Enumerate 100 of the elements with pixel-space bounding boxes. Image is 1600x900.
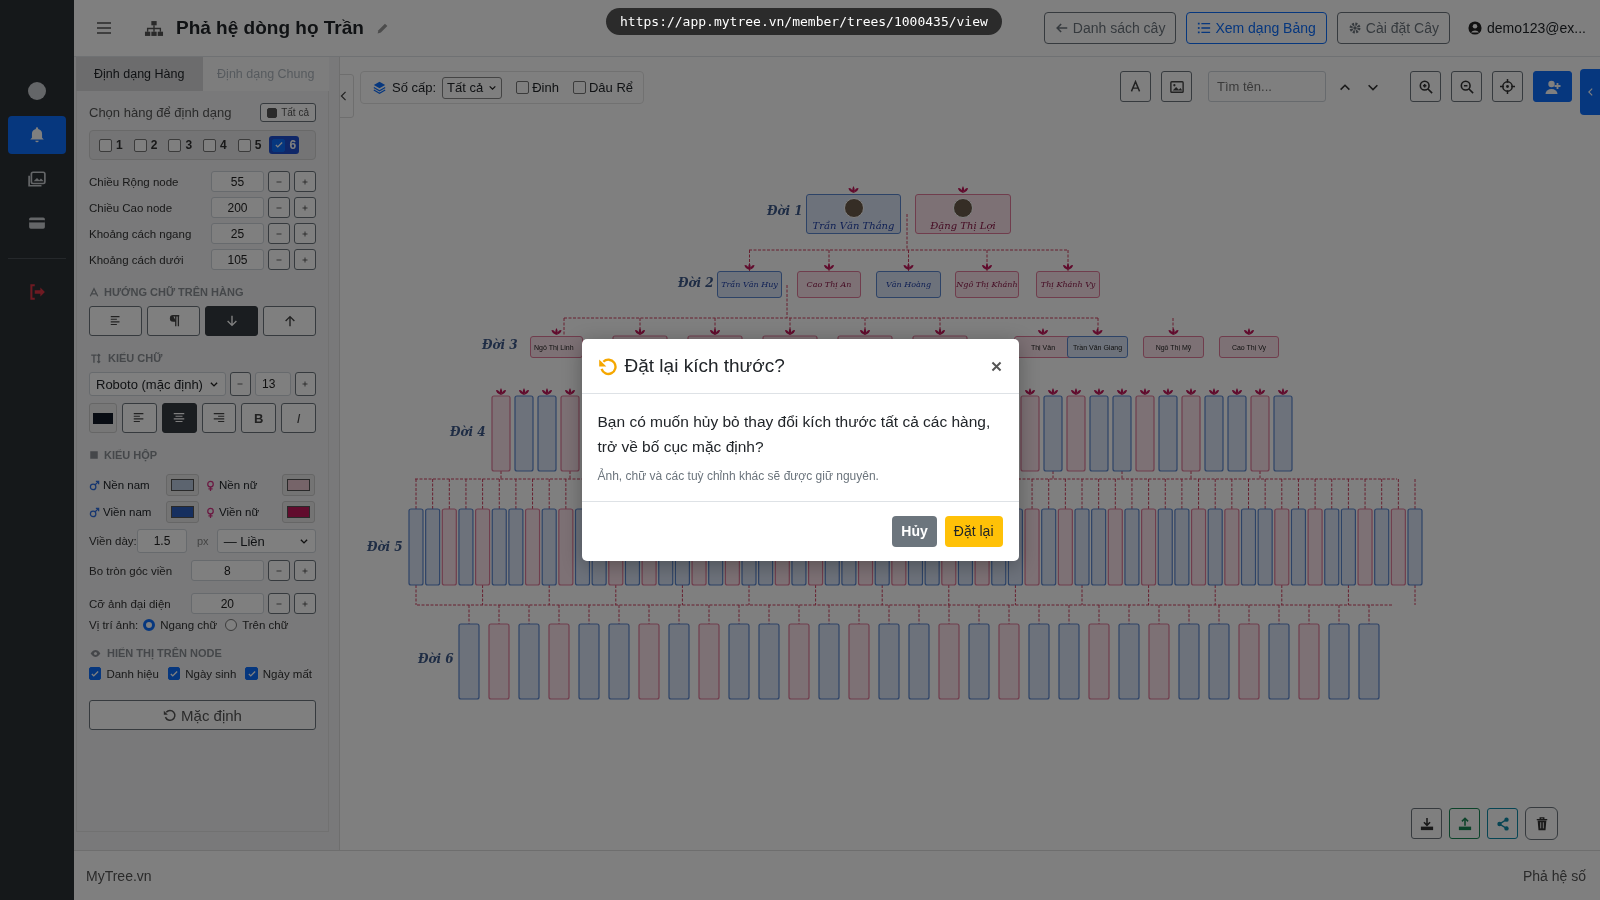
text-button[interactable] — [1120, 71, 1151, 102]
search-field[interactable]: Tìm tên... — [1208, 71, 1326, 102]
color-swatch[interactable] — [89, 403, 117, 433]
field-label: Chiều Rộng node — [89, 175, 180, 188]
color-swatch[interactable] — [166, 474, 199, 496]
color-swatch[interactable] — [282, 474, 315, 496]
minus-button[interactable] — [268, 593, 291, 614]
italic-button[interactable]: I — [281, 403, 316, 433]
header-button[interactable]: Cài đặt Cây — [1336, 12, 1450, 44]
align-right-icon — [212, 411, 226, 425]
image-button[interactable] — [1161, 71, 1192, 102]
number-field[interactable]: 55 — [211, 171, 264, 192]
side-panel-toggle[interactable] — [1580, 69, 1600, 115]
arrow-left-icon — [1054, 21, 1069, 35]
share-button[interactable] — [1487, 808, 1518, 839]
checkbox[interactable] — [89, 667, 102, 680]
plus-button[interactable] — [294, 223, 316, 244]
sidebar-item[interactable] — [8, 116, 66, 154]
font-size-field[interactable]: 13 — [255, 372, 291, 396]
checkbox[interactable] — [245, 667, 258, 680]
checkbox-label: Đinh — [532, 80, 559, 95]
zoom-out-button[interactable] — [1451, 71, 1482, 102]
checkbox[interactable] — [167, 667, 181, 680]
checkbox-label: 1 — [116, 138, 123, 152]
user-email[interactable]: demo123@ex... — [1486, 20, 1586, 36]
number-field[interactable]: 8 — [190, 560, 265, 581]
header-button[interactable]: Xem dạng Bảng — [1186, 12, 1327, 44]
number-field[interactable]: 20 — [190, 593, 265, 614]
number-field[interactable]: 200 — [211, 197, 264, 218]
checkbox[interactable] — [168, 138, 182, 152]
person-node[interactable]: Ngô Thị Khánh — [955, 271, 1019, 298]
direction-button[interactable] — [89, 306, 142, 336]
delete-button[interactable] — [1525, 807, 1558, 840]
person-node[interactable]: Trần Văn Huy — [717, 271, 782, 298]
border-style-select[interactable]: — Liền — [216, 529, 316, 553]
person-node[interactable]: Đặng Thị Lợi — [915, 194, 1011, 234]
person-node[interactable]: Văn Hoàng — [876, 271, 941, 298]
minus-button[interactable] — [268, 249, 290, 270]
upload-button[interactable] — [1449, 808, 1480, 839]
close-button[interactable] — [989, 360, 1003, 373]
bold-button[interactable]: B — [241, 403, 277, 433]
minus-button[interactable] — [268, 197, 290, 218]
default-button[interactable]: Mặc định — [89, 700, 316, 730]
plus-button[interactable] — [294, 197, 316, 218]
levels-select[interactable]: Tất cả — [442, 76, 503, 99]
male-icon — [89, 506, 100, 518]
header-button[interactable]: Danh sách cây — [1043, 12, 1177, 44]
number-field[interactable]: 1.5 — [137, 529, 187, 553]
color-swatch[interactable] — [166, 501, 199, 523]
align-button[interactable] — [201, 403, 237, 433]
align-button[interactable] — [161, 403, 197, 433]
crosshair-icon — [1500, 79, 1515, 94]
checkbox[interactable] — [133, 138, 147, 152]
minus-button[interactable] — [268, 171, 290, 192]
bell-icon — [28, 126, 46, 144]
number-field[interactable]: 105 — [211, 249, 264, 270]
person-name: Cao Thị An — [806, 280, 852, 289]
person-node[interactable]: Cao Thị An — [797, 271, 861, 298]
color-swatch[interactable] — [282, 501, 315, 523]
minus-button[interactable] — [229, 372, 251, 396]
radio-button[interactable] — [143, 619, 156, 631]
align-button[interactable] — [122, 403, 157, 433]
download-button[interactable] — [1411, 808, 1442, 839]
chevron-down-icon — [208, 379, 219, 389]
dialog-button[interactable]: Đặt lại — [944, 515, 1003, 547]
field-label: Cỡ ảnh đại diện — [89, 597, 172, 610]
plus-button[interactable] — [294, 171, 316, 192]
plus-button[interactable] — [294, 593, 316, 614]
center-button[interactable] — [1492, 71, 1523, 102]
person-node[interactable]: Thị Khánh Vy — [1036, 271, 1100, 298]
add-person-button[interactable] — [1533, 71, 1572, 102]
radio-button[interactable] — [225, 619, 238, 631]
person-node[interactable]: Trần Văn Thắng — [806, 194, 901, 234]
generation-label: Đời 3 — [482, 338, 518, 352]
panel-tab[interactable]: Định dạng Hàng — [76, 57, 203, 91]
dialog-button[interactable]: Hủy — [892, 515, 937, 547]
number-field[interactable]: 25 — [211, 223, 264, 244]
minus-button[interactable] — [268, 223, 290, 244]
minus-button[interactable] — [268, 560, 291, 581]
font-select[interactable]: Roboto (mặc định) — [89, 372, 226, 396]
plus-button[interactable] — [294, 249, 316, 270]
checkbox[interactable] — [516, 81, 530, 94]
zoom-in-button[interactable] — [1410, 71, 1441, 102]
plus-button[interactable] — [294, 560, 316, 581]
checkbox[interactable] — [237, 138, 251, 152]
checkbox[interactable] — [99, 138, 112, 152]
brand-label: MyTree.vn — [86, 867, 152, 884]
generation-label: Đời 1 — [767, 204, 803, 218]
person-name: Văn Hoàng — [885, 280, 932, 289]
direction-button[interactable] — [263, 306, 316, 336]
person-name: Trần Văn Huy — [721, 280, 778, 289]
direction-button[interactable] — [205, 306, 258, 336]
select-all-button[interactable]: Tất cả — [260, 103, 316, 122]
plus-button[interactable] — [294, 372, 316, 396]
checkbox[interactable] — [272, 138, 286, 152]
generation-label: Đời 6 — [418, 652, 454, 666]
chevron-left-icon — [340, 89, 349, 103]
checkbox[interactable] — [572, 81, 586, 94]
direction-button[interactable] — [147, 306, 200, 336]
checkbox[interactable] — [203, 138, 217, 152]
